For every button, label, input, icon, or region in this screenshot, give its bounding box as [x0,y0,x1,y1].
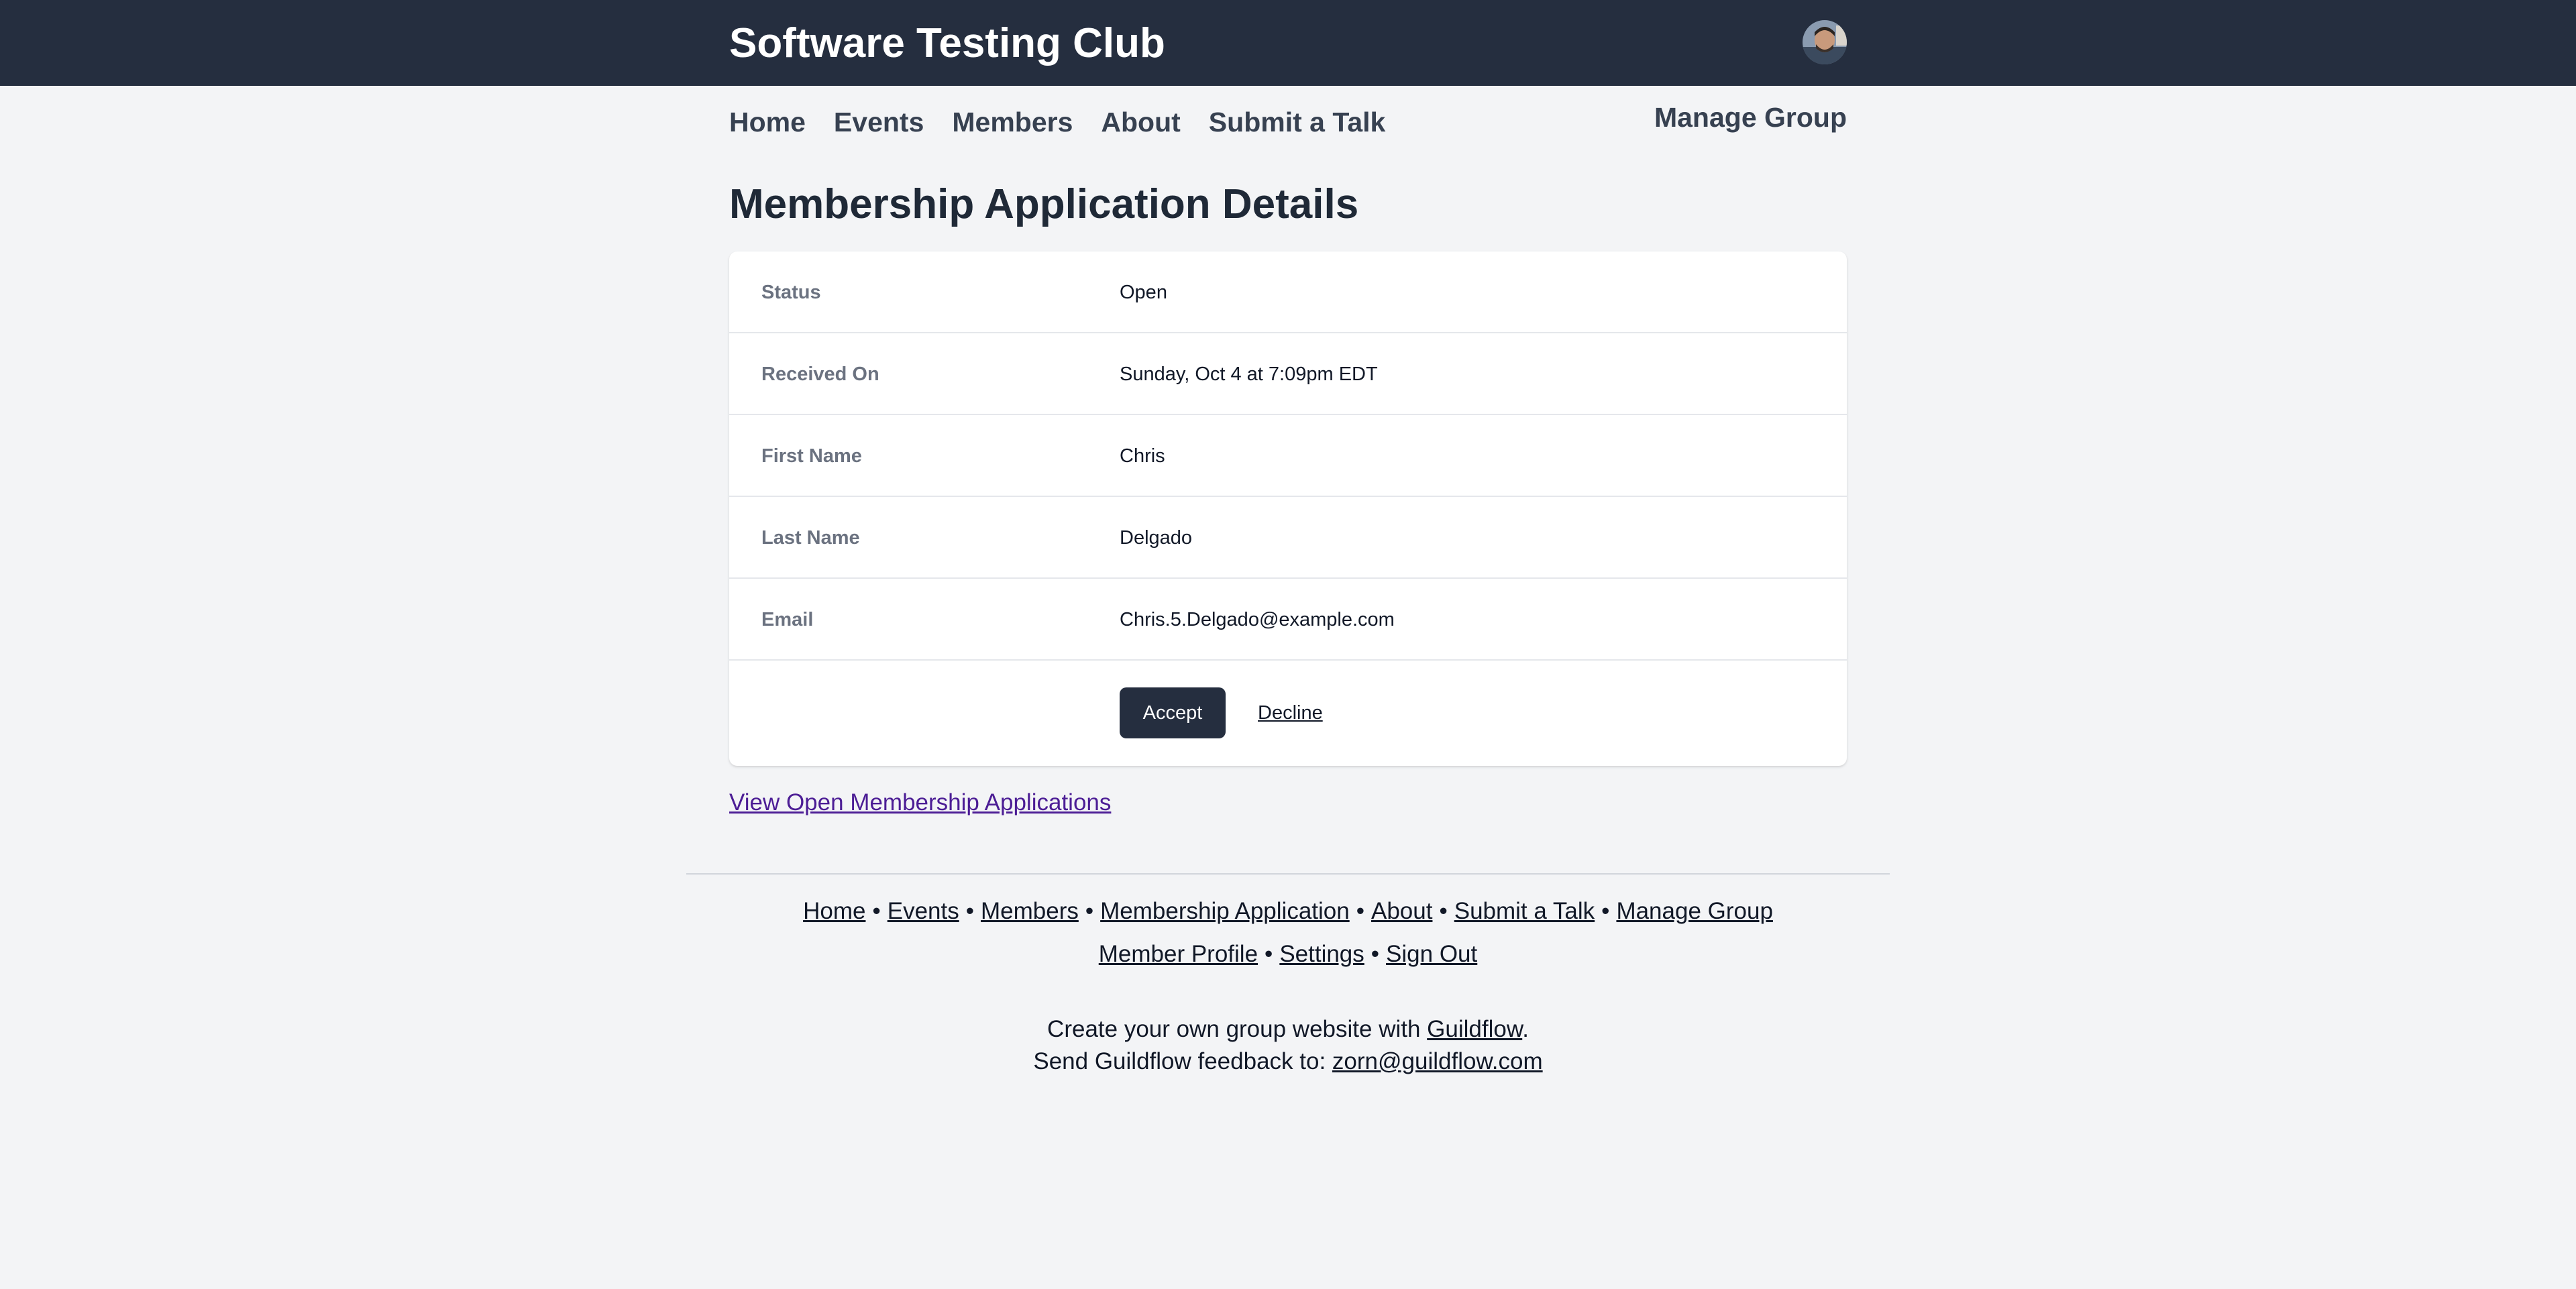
accept-button[interactable]: Accept [1120,687,1226,738]
footer-link-membership-application[interactable]: Membership Application [1100,898,1350,924]
footer-link-submit-talk[interactable]: Submit a Talk [1454,898,1595,924]
footer-feedback-email-link[interactable]: zorn@guildflow.com [1332,1048,1543,1074]
footer-create-line: Create your own group website with Guild… [0,1015,2576,1044]
application-details-card: Status Open Received On Sunday, Oct 4 at… [729,251,1847,766]
footer-guildflow-link[interactable]: Guildflow [1427,1016,1522,1042]
site-title[interactable]: Software Testing Club [729,20,1165,67]
footer-create-text: Create your own group website with [1047,1016,1428,1042]
footer-separator: • [965,898,974,924]
detail-label: Email [761,609,814,630]
detail-value: Chris.5.Delgado@example.com [1120,609,1395,630]
footer-link-members[interactable]: Members [981,898,1079,924]
footer-separator: • [1265,941,1273,967]
user-avatar[interactable] [1803,20,1847,64]
detail-label: Last Name [761,527,860,549]
nav-members[interactable]: Members [952,105,1073,146]
footer-links-secondary: Member Profile • Settings • Sign Out [0,940,2576,969]
footer-link-about[interactable]: About [1371,898,1432,924]
detail-label: Status [761,282,821,303]
application-actions: Accept Decline [729,661,1847,766]
nav-submit-talk[interactable]: Submit a Talk [1209,105,1386,146]
footer-divider [686,873,1890,875]
footer-link-sign-out[interactable]: Sign Out [1386,941,1477,967]
footer-separator: • [1371,941,1380,967]
footer-separator: • [1085,898,1094,924]
footer-separator: • [872,898,881,924]
detail-row-received-on: Received On Sunday, Oct 4 at 7:09pm EDT [729,333,1847,415]
detail-label: First Name [761,445,862,467]
detail-row-status: Status Open [729,251,1847,333]
page-title: Membership Application Details [729,181,1359,227]
footer-link-member-profile[interactable]: Member Profile [1099,941,1258,967]
detail-value: Open [1120,282,1167,303]
detail-value: Chris [1120,445,1165,467]
footer-create-suffix: . [1522,1016,1529,1042]
view-open-applications-link[interactable]: View Open Membership Applications [729,788,1111,818]
footer-link-home[interactable]: Home [803,898,865,924]
nav-home[interactable]: Home [729,105,806,146]
footer-links-primary: Home • Events • Members • Membership Applicati… [0,897,2576,926]
nav-about[interactable]: About [1101,105,1180,146]
footer-separator: • [1601,898,1610,924]
detail-label: Received On [761,363,879,385]
footer-feedback-text: Send Guildflow feedback to: [1033,1048,1332,1074]
detail-value: Delgado [1120,527,1193,549]
footer-link-settings[interactable]: Settings [1279,941,1364,967]
footer-separator: • [1439,898,1448,924]
footer-link-events[interactable]: Events [888,898,959,924]
detail-row-last-name: Last Name Delgado [729,497,1847,579]
detail-row-email: Email Chris.5.Delgado@example.com [729,579,1847,661]
nav-events[interactable]: Events [834,105,924,146]
avatar-photo-icon [1803,20,1847,64]
detail-row-first-name: First Name Chris [729,415,1847,497]
header-bar: Software Testing Club [0,0,2576,86]
detail-value: Sunday, Oct 4 at 7:09pm EDT [1120,363,1378,385]
nav-manage-group[interactable]: Manage Group [1654,101,1847,134]
footer-separator: • [1356,898,1364,924]
footer-link-manage-group[interactable]: Manage Group [1616,898,1772,924]
footer-feedback-line: Send Guildflow feedback to: zorn@guildfl… [0,1047,2576,1076]
main-nav: Home Events Members About Submit a Talk [729,105,1385,146]
decline-link[interactable]: Decline [1258,701,1323,725]
